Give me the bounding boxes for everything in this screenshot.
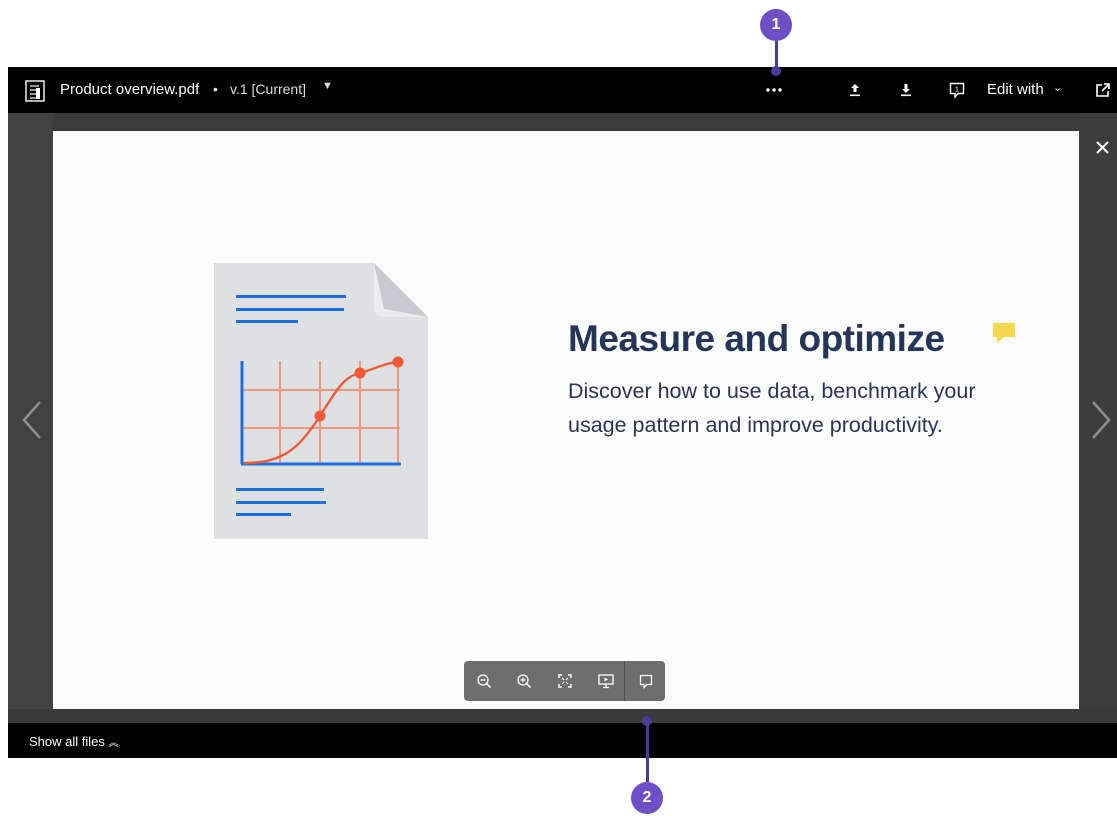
- version-selector[interactable]: v.1 [Current]: [230, 81, 306, 97]
- file-name: Product overview.pdf: [60, 81, 200, 98]
- comment-icon[interactable]: 1: [943, 76, 971, 104]
- slide-body-text: Discover how to use data, benchmark your…: [568, 379, 976, 437]
- callout-anchor-1: [771, 66, 781, 76]
- more-icon[interactable]: [760, 76, 788, 104]
- callout-badge-2: 2: [631, 782, 663, 814]
- annotate-icon[interactable]: [634, 669, 658, 693]
- background-strip-top: [8, 113, 1117, 131]
- close-icon[interactable]: [1091, 136, 1113, 158]
- show-all-files-label: Show all files: [29, 734, 105, 749]
- present-icon[interactable]: [594, 669, 618, 693]
- chevron-right-icon[interactable]: [1085, 398, 1115, 442]
- slide-headline: Measure and optimize: [568, 318, 945, 359]
- callout-line-2: [646, 723, 649, 782]
- speech-bubble-icon: [993, 323, 1015, 343]
- preview-toolbar: [464, 661, 665, 701]
- download-icon[interactable]: [892, 76, 920, 104]
- title-separator: •: [213, 81, 218, 97]
- fit-screen-icon[interactable]: [553, 669, 577, 693]
- callout-badge-1: 1: [760, 9, 792, 41]
- double-chevron-up-icon: ︽: [108, 738, 119, 749]
- chevron-left-icon[interactable]: [18, 398, 48, 442]
- file-icon: [25, 80, 45, 102]
- document-chart-illustration: [214, 263, 428, 539]
- open-external-icon[interactable]: [1089, 76, 1117, 104]
- callout-line-1: [775, 41, 778, 69]
- chevron-down-icon[interactable]: ⌄: [1053, 81, 1062, 94]
- viewer-footer: Show all files ︽: [8, 723, 1117, 758]
- chevron-down-icon[interactable]: ▼: [322, 80, 333, 92]
- callout-anchor-2: [642, 716, 652, 726]
- zoom-in-icon[interactable]: [512, 669, 536, 693]
- edit-with-menu[interactable]: Edit with: [987, 81, 1044, 98]
- toolbar-divider: [624, 661, 625, 701]
- upload-icon[interactable]: [841, 76, 869, 104]
- svg-text:1: 1: [955, 86, 959, 93]
- viewer-header: Product overview.pdf • v.1 [Current] ▼ 1…: [8, 67, 1117, 113]
- show-all-files-button[interactable]: Show all files ︽: [29, 734, 119, 749]
- zoom-out-icon[interactable]: [472, 669, 496, 693]
